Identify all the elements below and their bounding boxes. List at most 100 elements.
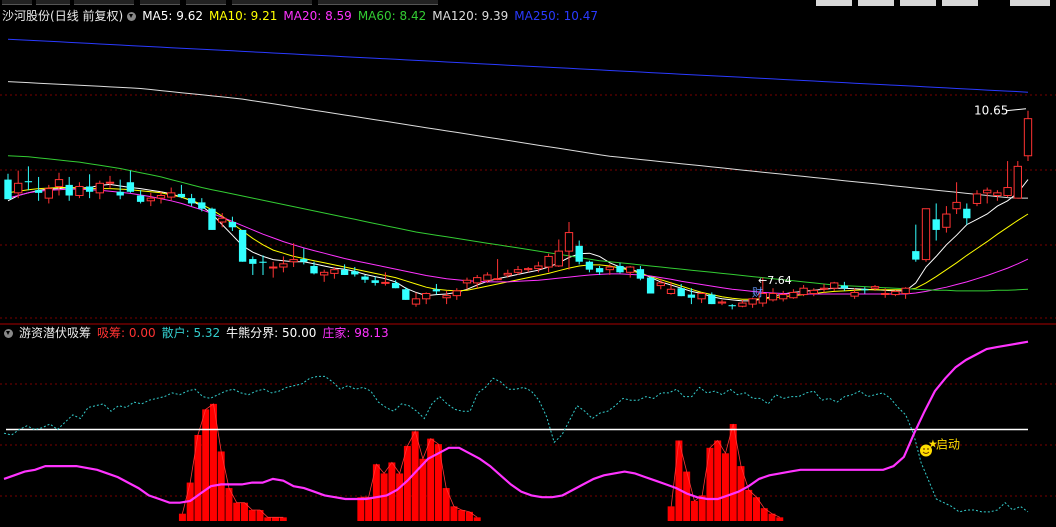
accumulation-bar bbox=[667, 506, 675, 521]
candle-body bbox=[646, 277, 655, 294]
ma-line-ma120 bbox=[7, 81, 1028, 199]
candle-body bbox=[799, 287, 808, 296]
candle-body bbox=[422, 293, 431, 300]
toolbar-button[interactable] bbox=[942, 0, 978, 6]
candle-body bbox=[411, 298, 421, 305]
candle-body bbox=[65, 184, 73, 196]
accumulation-bar bbox=[365, 497, 373, 521]
candle-body bbox=[789, 291, 798, 299]
candle-body bbox=[146, 197, 155, 202]
candle bbox=[371, 276, 379, 286]
candle bbox=[952, 182, 961, 215]
toolbar-tab[interactable] bbox=[74, 0, 134, 5]
accumulation-bar bbox=[372, 464, 380, 521]
candle-body bbox=[963, 208, 971, 219]
toolbar-tab[interactable] bbox=[2, 0, 32, 5]
candle bbox=[249, 256, 257, 275]
candle-body bbox=[300, 259, 308, 262]
accumulation-bar bbox=[714, 440, 722, 521]
candle-body bbox=[972, 193, 982, 204]
chart-area[interactable]: 10.65←7.64财★启动 bbox=[0, 8, 1056, 521]
toolbar-tab[interactable] bbox=[318, 0, 438, 5]
candle-body bbox=[830, 282, 839, 289]
candle bbox=[4, 173, 12, 200]
candle-body bbox=[861, 289, 869, 291]
candle-body bbox=[708, 294, 716, 305]
candle-body bbox=[238, 229, 247, 262]
accumulation-bar bbox=[458, 510, 466, 521]
candle-body bbox=[1023, 118, 1033, 157]
candle bbox=[575, 240, 583, 265]
candle bbox=[901, 287, 910, 299]
toolbar-tab[interactable] bbox=[36, 0, 70, 5]
candle-body bbox=[279, 263, 288, 268]
candle-body bbox=[54, 179, 64, 187]
accumulation-bar bbox=[248, 510, 256, 521]
accumulation-bar bbox=[178, 513, 186, 521]
candle-body bbox=[595, 268, 604, 273]
candle bbox=[1013, 161, 1022, 199]
candle-body bbox=[840, 285, 849, 289]
toolbar-tab[interactable] bbox=[186, 0, 226, 5]
accumulation-bar bbox=[683, 471, 691, 521]
ma-line-ma10 bbox=[7, 187, 1029, 300]
candle-body bbox=[289, 259, 298, 263]
candle-body bbox=[330, 269, 339, 274]
candle-body bbox=[493, 278, 502, 281]
candle-body bbox=[983, 189, 992, 194]
candle-body bbox=[95, 182, 104, 194]
toolbar-button[interactable] bbox=[900, 0, 936, 6]
candle-body bbox=[402, 289, 410, 300]
accumulation-bar bbox=[721, 453, 729, 521]
signal-label: 启动 bbox=[936, 438, 960, 452]
candle bbox=[932, 203, 940, 241]
candle-body bbox=[310, 265, 318, 274]
finance-marker: 财 bbox=[752, 285, 763, 299]
candle bbox=[779, 290, 788, 302]
candle-body bbox=[44, 188, 53, 199]
candle bbox=[626, 265, 635, 278]
candle bbox=[942, 206, 951, 233]
toolbar-tab[interactable] bbox=[140, 0, 180, 5]
toolbar-tab[interactable] bbox=[232, 0, 312, 5]
candle-body bbox=[768, 293, 778, 301]
candle-body bbox=[544, 255, 553, 268]
candle bbox=[422, 292, 431, 305]
candle bbox=[177, 184, 186, 199]
candle-body bbox=[228, 221, 237, 228]
toolbar-button[interactable] bbox=[816, 0, 852, 6]
candle-body bbox=[513, 269, 523, 273]
candle bbox=[636, 265, 645, 281]
candle-body bbox=[14, 182, 23, 194]
toolbar-button[interactable] bbox=[858, 0, 894, 6]
candle bbox=[105, 175, 115, 189]
candle-body bbox=[503, 272, 512, 276]
top-toolbar bbox=[0, 0, 1056, 8]
candle-body bbox=[779, 294, 788, 300]
candle bbox=[912, 224, 920, 262]
candle bbox=[54, 172, 64, 196]
candle bbox=[1003, 161, 1012, 198]
candle-body bbox=[371, 280, 379, 283]
candle bbox=[830, 281, 839, 291]
candle-body bbox=[677, 288, 685, 297]
accumulation-bar bbox=[675, 440, 683, 521]
toolbar-button[interactable] bbox=[1010, 0, 1050, 6]
candle-body bbox=[208, 208, 216, 230]
candle-body bbox=[697, 293, 706, 300]
candle bbox=[126, 170, 135, 193]
candle-body bbox=[126, 182, 135, 192]
candle-body bbox=[554, 250, 563, 267]
candle-body bbox=[136, 195, 145, 202]
candle-body bbox=[534, 265, 543, 270]
candle bbox=[646, 276, 655, 294]
candle bbox=[462, 277, 472, 290]
candle-body bbox=[391, 282, 400, 289]
footer-strip bbox=[0, 521, 1056, 527]
candle bbox=[85, 174, 94, 199]
candle bbox=[748, 297, 757, 308]
candle-body bbox=[585, 261, 594, 270]
candle bbox=[411, 292, 421, 307]
accumulation-bar bbox=[450, 506, 458, 521]
candle-body bbox=[728, 305, 736, 307]
